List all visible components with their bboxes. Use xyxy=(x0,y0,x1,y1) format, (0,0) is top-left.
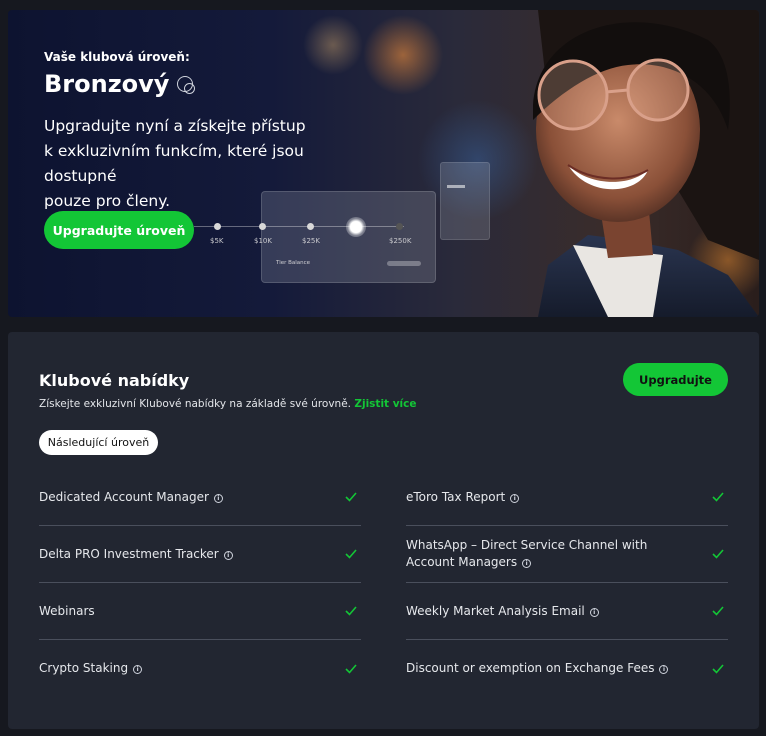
info-icon[interactable]: i xyxy=(133,665,143,674)
hero-subtitle: Upgradujte nyní a získejte přístup k exk… xyxy=(44,114,374,214)
info-icon[interactable]: i xyxy=(223,550,233,560)
offer-row: Dedicated Account Manager i xyxy=(39,469,361,526)
offer-label: eToro Tax Report xyxy=(406,489,506,504)
progress-label: $250K xyxy=(389,237,412,245)
progress-current-dot xyxy=(346,217,366,237)
hero-portrait-image xyxy=(533,10,759,317)
offers-list-right: eToro Tax Report i WhatsApp – Direct Serv… xyxy=(406,469,728,697)
check-icon xyxy=(712,549,724,559)
progress-label: $10K xyxy=(254,237,272,245)
check-icon xyxy=(712,663,724,674)
offer-row: Weekly Market Analysis Email i xyxy=(406,583,728,640)
hero-subtitle-line: k exkluzivním funkcím, které jsou dostup… xyxy=(44,142,304,185)
club-level-eyebrow: Vaše klubová úroveň: xyxy=(44,50,190,64)
club-level-title: Bronzový xyxy=(44,70,196,98)
check-icon xyxy=(712,606,724,616)
offer-row: Crypto Staking i xyxy=(39,640,361,697)
offers-list-left: Dedicated Account Manager i Delta PRO Inv… xyxy=(39,469,361,697)
learn-more-link[interactable]: Zjistit více xyxy=(354,398,416,410)
check-icon xyxy=(712,492,724,502)
club-offers-description: Získejte exkluzivní Klubové nabídky na z… xyxy=(39,398,417,410)
info-icon[interactable]: i xyxy=(659,665,669,674)
offer-label: Weekly Market Analysis Email xyxy=(406,603,585,618)
club-offers-title: Klubové nabídky xyxy=(39,371,190,390)
offer-row: Discount or exemption on Exchange Fees i xyxy=(406,640,728,697)
progress-dot xyxy=(214,223,221,230)
check-icon xyxy=(345,606,357,616)
offer-label: Webinars xyxy=(39,603,95,618)
card-caption: Tier Balance xyxy=(276,260,311,266)
tier-circles-icon xyxy=(177,76,196,94)
progress-dot xyxy=(307,223,314,230)
info-icon[interactable]: i xyxy=(510,493,520,503)
check-icon xyxy=(345,492,357,502)
info-icon[interactable]: i xyxy=(522,559,532,568)
next-level-button[interactable]: Následující úroveň xyxy=(39,430,158,455)
hero-subtitle-line: Upgradujte nyní a získejte přístup xyxy=(44,117,306,135)
check-icon xyxy=(345,549,357,559)
offer-row: eToro Tax Report i xyxy=(406,469,728,526)
upgrade-button[interactable]: Upgradujte xyxy=(623,363,728,396)
check-icon xyxy=(345,663,357,674)
offer-label: Dedicated Account Manager xyxy=(39,489,209,504)
offer-label: Crypto Staking xyxy=(39,661,129,675)
progress-dot xyxy=(396,223,403,230)
upgrade-level-button[interactable]: Upgradujte úroveň xyxy=(44,211,194,249)
offer-row: Delta PRO Investment Tracker i xyxy=(39,526,361,583)
progress-label: $25K xyxy=(302,237,320,245)
club-offers-description-text: Získejte exkluzivní Klubové nabídky na z… xyxy=(39,398,352,410)
offer-label: Discount or exemption on Exchange Fees xyxy=(406,661,655,675)
tier-progress-line xyxy=(194,226,404,227)
info-icon[interactable]: i xyxy=(213,493,223,503)
progress-dot xyxy=(259,223,266,230)
progress-label: $5K xyxy=(210,237,224,245)
offer-label: Delta PRO Investment Tracker xyxy=(39,546,219,561)
hero-banner: Tier Balance Vaše klubová úroveň: Bronzo… xyxy=(8,10,759,317)
offer-row: Webinars xyxy=(39,583,361,640)
tier-name: Bronzový xyxy=(44,70,170,98)
info-icon[interactable]: i xyxy=(589,607,599,617)
club-offers-panel: Klubové nabídky Získejte exkluzivní Klub… xyxy=(8,332,759,729)
offer-row: WhatsApp – Direct Service Channel with A… xyxy=(406,526,728,583)
